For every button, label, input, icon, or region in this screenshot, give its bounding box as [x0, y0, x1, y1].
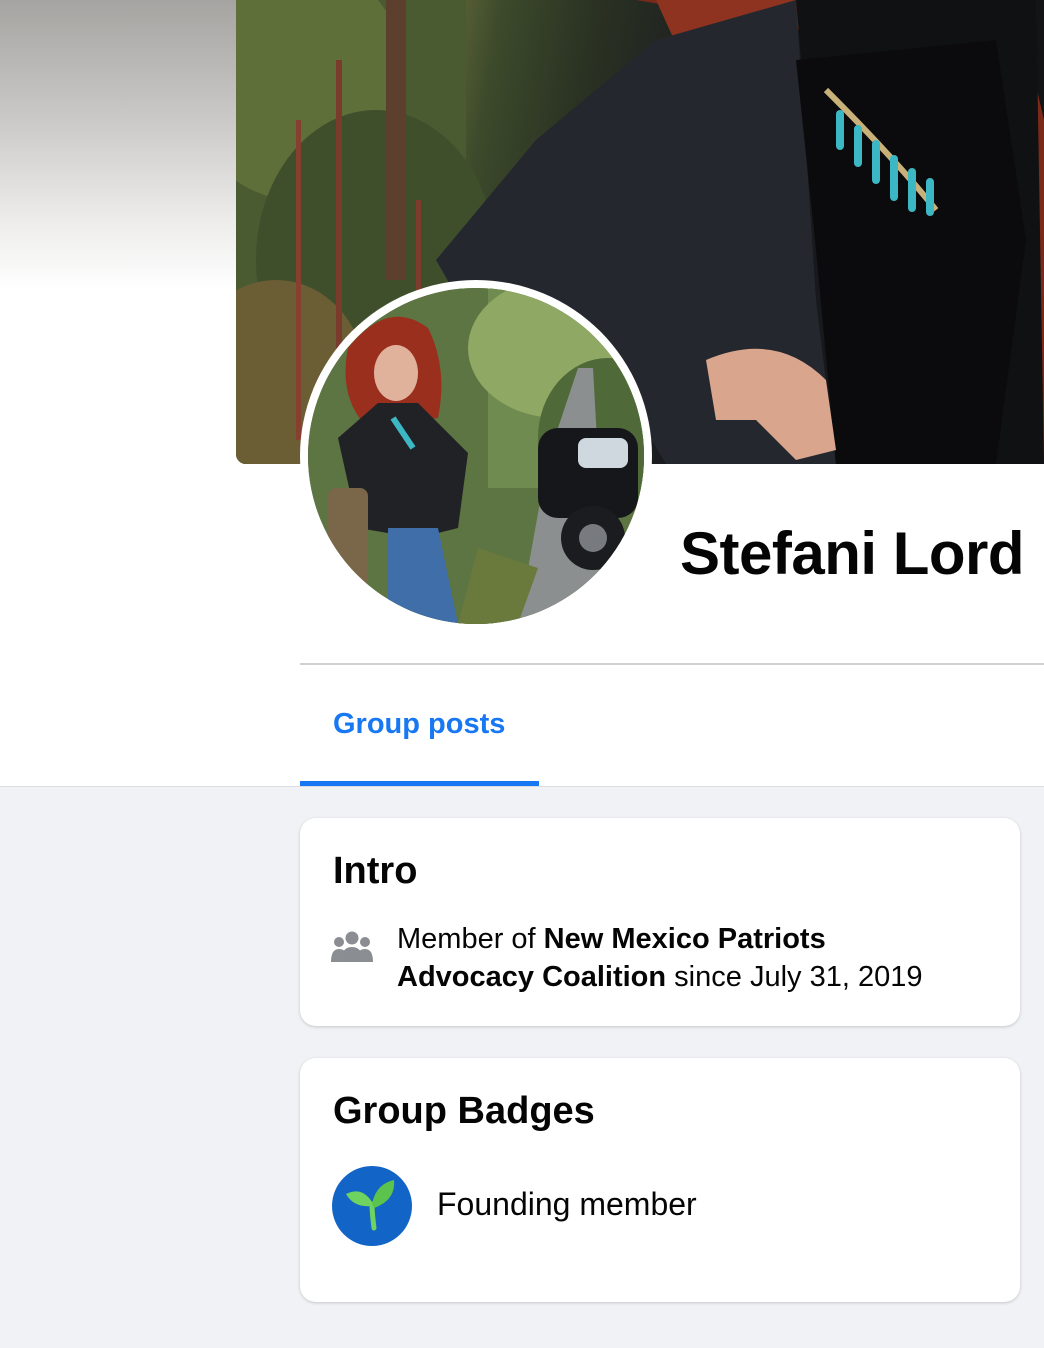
tab-group-posts[interactable]: Group posts [300, 666, 539, 786]
intro-title: Intro [333, 850, 418, 892]
intro-membership-text: Member of New Mexico Patriots Advocacy Co… [397, 920, 997, 996]
group-members-icon [330, 930, 374, 964]
profile-photo-ring [300, 280, 652, 632]
badges-title: Group Badges [333, 1090, 595, 1132]
membership-prefix: Member of [397, 923, 544, 955]
group-badges-card: Group Badges Founding member [300, 1058, 1020, 1302]
sprout-icon [332, 1166, 412, 1246]
intro-card: Intro Member of New Mexico Patriots Advoc… [300, 818, 1020, 1026]
group-name-line1: New Mexico Patriots [543, 923, 826, 955]
profile-header: Stefani Lord Group posts [0, 0, 1044, 787]
sidebar-fade [0, 0, 236, 290]
profile-photo[interactable] [308, 288, 644, 624]
membership-since: since July 31, 2019 [666, 961, 923, 993]
active-tab-indicator [300, 781, 539, 786]
group-name-line2: Advocacy Coalition [397, 961, 667, 993]
profile-photo-image [308, 288, 644, 624]
badge-founding-member: Founding member [437, 1186, 697, 1222]
profile-name: Stefani Lord [680, 520, 1025, 587]
header-divider [300, 663, 1044, 665]
tab-label: Group posts [333, 708, 506, 740]
